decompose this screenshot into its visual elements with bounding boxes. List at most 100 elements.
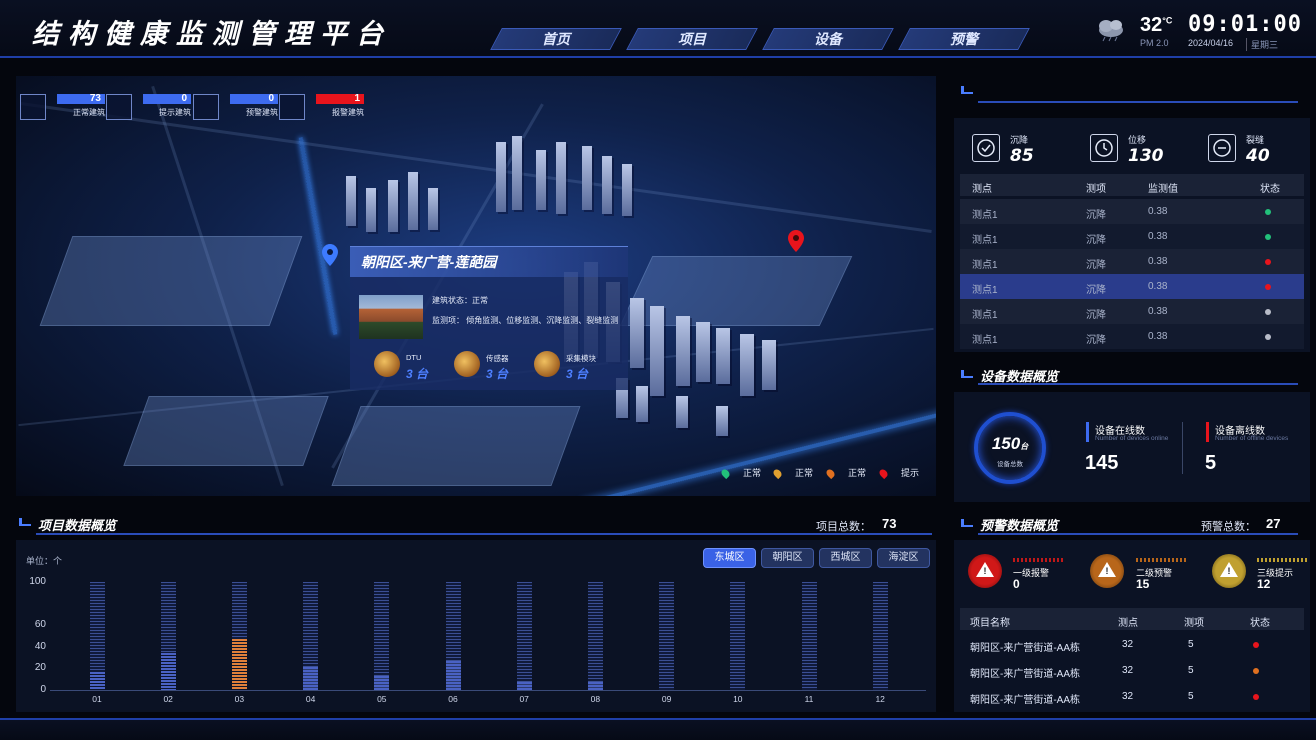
alert-level2-icon: !: [1090, 554, 1124, 588]
location-icon: [771, 467, 784, 480]
legend-normal-orange: 正常: [824, 466, 866, 480]
device-total-gauge: 150台 设备总数: [974, 412, 1046, 484]
cell-value: 0.38: [1148, 281, 1168, 292]
nav-tab-alert[interactable]: 预警: [898, 28, 1030, 50]
bar-track: [374, 582, 390, 690]
clock-weekday: 星期三: [1246, 38, 1278, 51]
x-tick-label: 01: [92, 694, 102, 704]
table-row[interactable]: 测点1 沉降 0.38: [960, 274, 1304, 299]
table-row[interactable]: 朝阳区-来广营街道-AA栋 32 5: [960, 684, 1304, 709]
y-tick-label: 60: [34, 619, 46, 631]
building-photo: [359, 295, 423, 339]
bar-01[interactable]: [89, 671, 105, 690]
location-icon: [719, 467, 732, 480]
legend-hint-red: 提示: [877, 466, 919, 480]
cell-point: 测点1: [972, 210, 998, 221]
stat-settlement-label: 沉降: [1010, 135, 1029, 145]
bar-03[interactable]: [231, 639, 247, 690]
x-tick-label: 04: [305, 694, 316, 704]
project-total-label: 项目总数：: [816, 521, 871, 533]
header-bar: 结构健康监测管理平台 首页 项目 设备 预警 32°C PM 2.0 09:01…: [0, 0, 1316, 58]
nav-tab-project[interactable]: 项目: [626, 28, 758, 50]
alert-level2-value: 15: [1136, 577, 1150, 591]
clock-time: 09:01:00: [1188, 12, 1302, 37]
cell-points: 32: [1122, 639, 1134, 650]
cell-value: 0.38: [1148, 206, 1168, 217]
cell-point: 测点1: [972, 285, 998, 296]
table-row[interactable]: 测点1 沉降 0.38: [960, 299, 1304, 324]
bar-04[interactable]: [303, 667, 319, 690]
status-dot: [1265, 209, 1271, 215]
cell-item: 沉降: [1086, 235, 1106, 246]
temperature: 32°C: [1140, 14, 1173, 36]
footer-bar: [0, 718, 1316, 740]
bar-05[interactable]: [374, 675, 390, 690]
bar-06[interactable]: [445, 660, 461, 690]
monitor-table-header: 测点 测项 监测值 状态: [960, 174, 1304, 196]
status-dot: [1253, 668, 1259, 674]
page-title: 结构健康监测管理平台: [32, 19, 392, 49]
status-dot: [1265, 284, 1271, 290]
device-offline-sub: Number of offline devices: [1215, 435, 1289, 442]
cell-project-name: 朝阳区-来广营街道-AA栋: [970, 669, 1080, 680]
cell-item: 沉降: [1086, 335, 1106, 346]
chart-unit-label: 单位：个: [26, 556, 63, 566]
cell-project-name: 朝阳区-来广营街道-AA栋: [970, 643, 1080, 654]
nav-tab-home[interactable]: 首页: [490, 28, 622, 50]
x-tick-label: 09: [661, 694, 672, 704]
alert-level3-icon: !: [1212, 554, 1246, 588]
cell-points: 32: [1122, 691, 1134, 702]
table-row[interactable]: 朝阳区-来广营街道-AA栋 32 5: [960, 658, 1304, 683]
x-tick-label: 12: [875, 694, 885, 704]
cell-value: 0.38: [1148, 306, 1168, 317]
nav-tab-device[interactable]: 设备: [762, 28, 894, 50]
tab-xicheng[interactable]: 西城区: [819, 548, 872, 568]
y-tick-label: 40: [34, 640, 46, 652]
building-icon: [193, 94, 219, 120]
minus-circle-icon: [1208, 134, 1236, 162]
status-dot: [1253, 642, 1259, 648]
bar-02[interactable]: [160, 653, 176, 690]
device-online-sub: Number of devices online: [1095, 435, 1169, 442]
stat-crack-label: 裂缝: [1246, 135, 1265, 145]
cell-items: 5: [1188, 665, 1194, 676]
building-icon: [20, 94, 46, 120]
table-row[interactable]: 测点1 沉降 0.38: [960, 199, 1304, 224]
x-tick-label: 08: [590, 694, 601, 704]
table-row[interactable]: 测点1 沉降 0.38: [960, 249, 1304, 274]
stat-displacement-label: 位移: [1128, 135, 1147, 145]
legend-normal-yellow: 正常: [771, 466, 813, 480]
bar-track: [587, 582, 603, 690]
y-tick-label: 100: [29, 576, 46, 587]
table-row[interactable]: 测点1 沉降 0.38: [960, 324, 1304, 349]
building-popup[interactable]: 朝阳区-来广营-莲葩园 建筑状态：正常 监测项： 倾角监测、位移监测、沉降监测、…: [350, 246, 628, 390]
legend-normal-green: 正常: [719, 466, 761, 480]
section-marker-icon: [961, 370, 973, 378]
cell-value: 0.38: [1148, 231, 1168, 242]
section-marker-icon: [19, 518, 31, 526]
popup-items: 监测项： 倾角监测、位移监测、沉降监测、裂缝监测: [432, 316, 619, 325]
cell-point: 测点1: [972, 260, 998, 271]
bar-track: [516, 582, 532, 690]
dashboard-root: 结构健康监测管理平台 首页 项目 设备 预警 32°C PM 2.0 09:01…: [0, 0, 1316, 740]
tab-haidian[interactable]: 海淀区: [877, 548, 930, 568]
cell-item: 沉降: [1086, 285, 1106, 296]
location-icon: [824, 467, 837, 480]
section-marker-icon: [961, 519, 973, 527]
status-dot: [1265, 234, 1271, 240]
x-tick-label: 02: [163, 694, 173, 704]
alert-level1-icon: !: [968, 554, 1002, 588]
map-pin-blue-icon[interactable]: [322, 244, 338, 266]
clock-date: 2024/04/16: [1188, 38, 1234, 48]
bar-07[interactable]: [516, 682, 532, 690]
map-pin-red-icon[interactable]: [788, 230, 804, 252]
cell-item: 沉降: [1086, 310, 1106, 321]
cell-points: 32: [1122, 665, 1134, 676]
tab-chaoyang[interactable]: 朝阳区: [761, 548, 814, 568]
tab-dongcheng[interactable]: 东城区: [703, 548, 756, 568]
project-total-value: 73: [882, 516, 897, 531]
table-row[interactable]: 测点1 沉降 0.38: [960, 224, 1304, 249]
alert-overview-title: 预警数据概览: [980, 518, 1059, 533]
table-row[interactable]: 朝阳区-来广营街道-AA栋 32 5: [960, 632, 1304, 657]
bar-08[interactable]: [587, 682, 603, 690]
